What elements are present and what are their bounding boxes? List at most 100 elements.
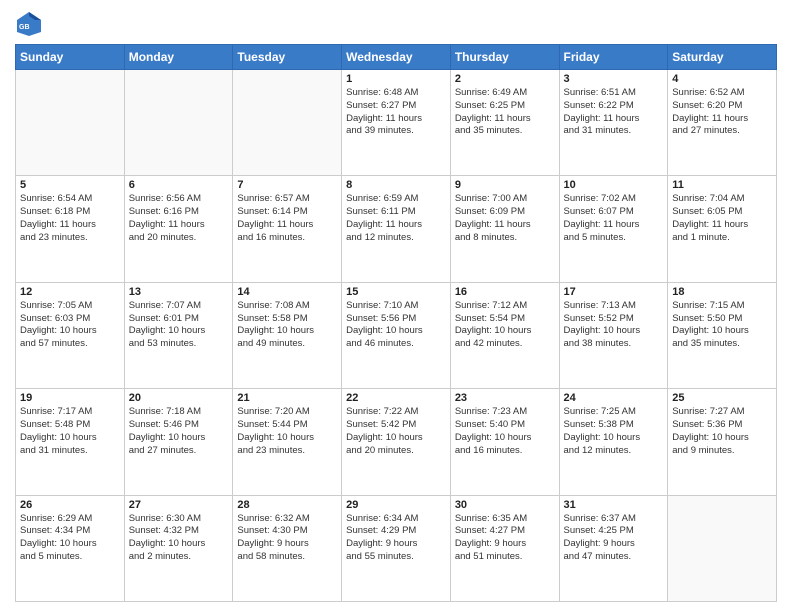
day-info: Sunrise: 7:27 AM Sunset: 5:36 PM Dayligh…	[672, 406, 772, 457]
day-info: Sunrise: 6:59 AM Sunset: 6:11 PM Dayligh…	[346, 193, 446, 244]
day-number: 22	[346, 392, 446, 404]
day-number: 4	[672, 73, 772, 85]
day-number: 24	[564, 392, 664, 404]
calendar-cell: 1 Sunrise: 6:48 AM Sunset: 6:27 PM Daylig…	[342, 70, 451, 176]
calendar-cell: 19 Sunrise: 7:17 AM Sunset: 5:48 PM Dayli…	[16, 389, 125, 495]
calendar-week-row: 5Sunrise: 6:54 AM Sunset: 6:18 PM Daylig…	[16, 176, 777, 282]
day-number: 6	[129, 179, 229, 191]
weekday-header: Sunday	[16, 45, 125, 70]
calendar-cell: 3 Sunrise: 6:51 AM Sunset: 6:22 PM Daylig…	[559, 70, 668, 176]
logo-icon: GB	[15, 10, 43, 38]
day-info: Sunrise: 7:00 AM Sunset: 6:09 PM Dayligh…	[455, 193, 555, 244]
calendar-cell: 10Sunrise: 7:02 AM Sunset: 6:07 PM Dayli…	[559, 176, 668, 282]
calendar-cell: 21 Sunrise: 7:20 AM Sunset: 5:44 PM Dayli…	[233, 389, 342, 495]
day-number: 15	[346, 286, 446, 298]
day-number: 26	[20, 499, 120, 511]
calendar-cell	[668, 495, 777, 601]
day-number: 17	[564, 286, 664, 298]
day-info: Sunrise: 7:10 AM Sunset: 5:56 PM Dayligh…	[346, 300, 446, 351]
day-info: Sunrise: 7:15 AM Sunset: 5:50 PM Dayligh…	[672, 300, 772, 351]
calendar-cell: 17 Sunrise: 7:13 AM Sunset: 5:52 PM Dayli…	[559, 282, 668, 388]
weekday-header: Monday	[124, 45, 233, 70]
weekday-header: Wednesday	[342, 45, 451, 70]
calendar-cell: 11 Sunrise: 7:04 AM Sunset: 6:05 PM Dayli…	[668, 176, 777, 282]
svg-text:GB: GB	[19, 24, 30, 31]
calendar-cell: 26 Sunrise: 6:29 AM Sunset: 4:34 PM Dayli…	[16, 495, 125, 601]
calendar-cell: 22 Sunrise: 7:22 AM Sunset: 5:42 PM Dayli…	[342, 389, 451, 495]
day-number: 31	[564, 499, 664, 511]
day-number: 27	[129, 499, 229, 511]
day-info: Sunrise: 6:51 AM Sunset: 6:22 PM Dayligh…	[564, 87, 664, 138]
calendar-week-row: 12Sunrise: 7:05 AM Sunset: 6:03 PM Dayli…	[16, 282, 777, 388]
logo: GB	[15, 10, 47, 38]
calendar-cell: 18Sunrise: 7:15 AM Sunset: 5:50 PM Dayli…	[668, 282, 777, 388]
calendar-cell	[124, 70, 233, 176]
day-info: Sunrise: 7:22 AM Sunset: 5:42 PM Dayligh…	[346, 406, 446, 457]
calendar-cell: 28 Sunrise: 6:32 AM Sunset: 4:30 PM Dayli…	[233, 495, 342, 601]
calendar-cell	[16, 70, 125, 176]
day-info: Sunrise: 7:13 AM Sunset: 5:52 PM Dayligh…	[564, 300, 664, 351]
calendar-cell: 8Sunrise: 6:59 AM Sunset: 6:11 PM Daylig…	[342, 176, 451, 282]
day-info: Sunrise: 7:12 AM Sunset: 5:54 PM Dayligh…	[455, 300, 555, 351]
day-number: 25	[672, 392, 772, 404]
calendar-cell: 14Sunrise: 7:08 AM Sunset: 5:58 PM Dayli…	[233, 282, 342, 388]
day-info: Sunrise: 6:37 AM Sunset: 4:25 PM Dayligh…	[564, 513, 664, 564]
header: GB	[15, 10, 777, 38]
day-number: 21	[237, 392, 337, 404]
calendar-table: SundayMondayTuesdayWednesdayThursdayFrid…	[15, 44, 777, 602]
day-number: 1	[346, 73, 446, 85]
day-number: 3	[564, 73, 664, 85]
day-info: Sunrise: 7:07 AM Sunset: 6:01 PM Dayligh…	[129, 300, 229, 351]
calendar-cell: 30Sunrise: 6:35 AM Sunset: 4:27 PM Dayli…	[450, 495, 559, 601]
calendar-cell: 6 Sunrise: 6:56 AM Sunset: 6:16 PM Daylig…	[124, 176, 233, 282]
day-number: 2	[455, 73, 555, 85]
day-info: Sunrise: 6:29 AM Sunset: 4:34 PM Dayligh…	[20, 513, 120, 564]
day-info: Sunrise: 6:57 AM Sunset: 6:14 PM Dayligh…	[237, 193, 337, 244]
calendar-week-row: 26 Sunrise: 6:29 AM Sunset: 4:34 PM Dayli…	[16, 495, 777, 601]
calendar-cell: 13Sunrise: 7:07 AM Sunset: 6:01 PM Dayli…	[124, 282, 233, 388]
day-number: 7	[237, 179, 337, 191]
calendar-week-row: 19 Sunrise: 7:17 AM Sunset: 5:48 PM Dayli…	[16, 389, 777, 495]
day-info: Sunrise: 7:17 AM Sunset: 5:48 PM Dayligh…	[20, 406, 120, 457]
day-number: 19	[20, 392, 120, 404]
day-number: 28	[237, 499, 337, 511]
day-info: Sunrise: 6:49 AM Sunset: 6:25 PM Dayligh…	[455, 87, 555, 138]
calendar-cell: 9Sunrise: 7:00 AM Sunset: 6:09 PM Daylig…	[450, 176, 559, 282]
day-number: 23	[455, 392, 555, 404]
calendar-cell: 24 Sunrise: 7:25 AM Sunset: 5:38 PM Dayli…	[559, 389, 668, 495]
day-number: 12	[20, 286, 120, 298]
day-info: Sunrise: 6:56 AM Sunset: 6:16 PM Dayligh…	[129, 193, 229, 244]
weekday-header: Saturday	[668, 45, 777, 70]
day-info: Sunrise: 6:54 AM Sunset: 6:18 PM Dayligh…	[20, 193, 120, 244]
day-info: Sunrise: 7:18 AM Sunset: 5:46 PM Dayligh…	[129, 406, 229, 457]
calendar-cell: 15 Sunrise: 7:10 AM Sunset: 5:56 PM Dayli…	[342, 282, 451, 388]
calendar-cell: 27 Sunrise: 6:30 AM Sunset: 4:32 PM Dayli…	[124, 495, 233, 601]
calendar-week-row: 1 Sunrise: 6:48 AM Sunset: 6:27 PM Daylig…	[16, 70, 777, 176]
calendar-cell: 12Sunrise: 7:05 AM Sunset: 6:03 PM Dayli…	[16, 282, 125, 388]
weekday-header: Tuesday	[233, 45, 342, 70]
calendar-cell: 23Sunrise: 7:23 AM Sunset: 5:40 PM Dayli…	[450, 389, 559, 495]
day-info: Sunrise: 6:52 AM Sunset: 6:20 PM Dayligh…	[672, 87, 772, 138]
day-info: Sunrise: 6:34 AM Sunset: 4:29 PM Dayligh…	[346, 513, 446, 564]
day-info: Sunrise: 6:30 AM Sunset: 4:32 PM Dayligh…	[129, 513, 229, 564]
day-number: 10	[564, 179, 664, 191]
calendar-cell: 29Sunrise: 6:34 AM Sunset: 4:29 PM Dayli…	[342, 495, 451, 601]
calendar-cell: 31 Sunrise: 6:37 AM Sunset: 4:25 PM Dayli…	[559, 495, 668, 601]
day-info: Sunrise: 7:04 AM Sunset: 6:05 PM Dayligh…	[672, 193, 772, 244]
day-number: 14	[237, 286, 337, 298]
calendar-cell: 2 Sunrise: 6:49 AM Sunset: 6:25 PM Daylig…	[450, 70, 559, 176]
calendar-cell: 16 Sunrise: 7:12 AM Sunset: 5:54 PM Dayli…	[450, 282, 559, 388]
day-number: 16	[455, 286, 555, 298]
day-number: 20	[129, 392, 229, 404]
day-info: Sunrise: 6:32 AM Sunset: 4:30 PM Dayligh…	[237, 513, 337, 564]
day-info: Sunrise: 7:20 AM Sunset: 5:44 PM Dayligh…	[237, 406, 337, 457]
day-number: 11	[672, 179, 772, 191]
calendar-cell: 20 Sunrise: 7:18 AM Sunset: 5:46 PM Dayli…	[124, 389, 233, 495]
calendar-cell: 7 Sunrise: 6:57 AM Sunset: 6:14 PM Daylig…	[233, 176, 342, 282]
calendar-cell	[233, 70, 342, 176]
weekday-header: Friday	[559, 45, 668, 70]
calendar-cell: 5Sunrise: 6:54 AM Sunset: 6:18 PM Daylig…	[16, 176, 125, 282]
day-info: Sunrise: 6:48 AM Sunset: 6:27 PM Dayligh…	[346, 87, 446, 138]
calendar-cell: 25 Sunrise: 7:27 AM Sunset: 5:36 PM Dayli…	[668, 389, 777, 495]
day-info: Sunrise: 7:25 AM Sunset: 5:38 PM Dayligh…	[564, 406, 664, 457]
